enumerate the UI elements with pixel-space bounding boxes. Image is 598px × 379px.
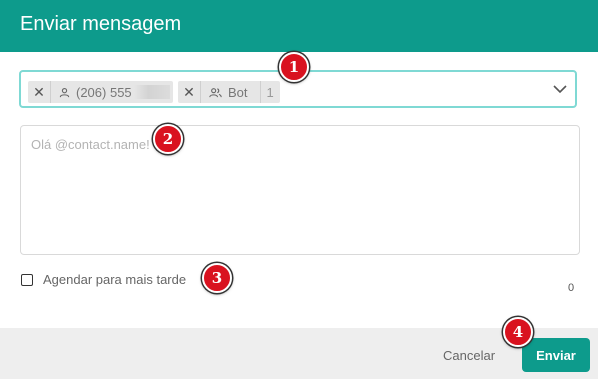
schedule-label: Agendar para mais tarde	[43, 272, 187, 287]
redacted-text	[133, 85, 170, 99]
character-counter: 0	[568, 282, 575, 294]
message-placeholder: Olá @contact.name!	[31, 137, 150, 152]
recipient-chip-count: 1	[259, 81, 280, 103]
send-button[interactable]: Enviar	[522, 338, 590, 372]
annotation-badge-2: 2	[153, 124, 183, 154]
cancel-button[interactable]: Cancelar	[443, 348, 495, 363]
group-icon	[209, 87, 222, 98]
annotation-badge-3: 3	[202, 263, 232, 293]
chevron-down-icon[interactable]	[553, 82, 567, 101]
remove-chip-icon[interactable]: ✕	[178, 81, 201, 103]
recipient-chip-contact: ✕ (206) 555	[28, 81, 173, 103]
dialog-header: Enviar mensagem	[0, 0, 598, 52]
annotation-badge-4: 4	[503, 317, 533, 347]
person-icon	[59, 87, 70, 98]
recipient-chip-label: (206) 555	[76, 84, 132, 100]
recipient-chip-label: Bot	[228, 84, 248, 100]
dialog-title: Enviar mensagem	[20, 13, 182, 35]
message-textarea[interactable]: Olá @contact.name!	[20, 125, 580, 255]
annotation-badge-1: 1	[279, 52, 309, 82]
recipient-chip-group: ✕ Bot 1	[178, 81, 280, 103]
schedule-later-option[interactable]: Agendar para mais tarde	[21, 272, 186, 287]
schedule-checkbox[interactable]	[21, 273, 33, 286]
remove-chip-icon[interactable]: ✕	[28, 81, 51, 103]
